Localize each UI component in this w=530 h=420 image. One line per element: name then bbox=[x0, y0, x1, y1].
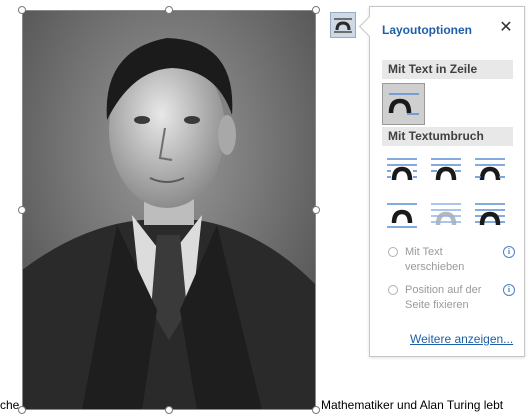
wrap-through-option[interactable] bbox=[472, 152, 508, 188]
wrap-tight-option[interactable] bbox=[428, 152, 464, 188]
wrap-behind-text-icon bbox=[431, 203, 461, 226]
portrait-photo bbox=[22, 10, 316, 410]
layout-options-button[interactable] bbox=[330, 12, 356, 38]
resize-handle-left[interactable] bbox=[18, 206, 26, 214]
radio-fix-position[interactable] bbox=[388, 285, 398, 295]
resize-handle-bottom-right[interactable] bbox=[312, 406, 320, 414]
wrap-square-icon bbox=[387, 158, 417, 181]
radio-fix-position-row[interactable]: Position auf der Seite fixieren i bbox=[388, 283, 515, 315]
radio-fix-position-label: Position auf der Seite fixieren bbox=[405, 284, 482, 311]
wrap-square-option[interactable] bbox=[384, 152, 420, 188]
resize-handle-bottom[interactable] bbox=[165, 406, 173, 414]
info-icon[interactable]: i bbox=[503, 284, 515, 296]
wrap-in-front-icon bbox=[475, 203, 505, 226]
wrap-top-bottom-icon bbox=[387, 203, 417, 228]
layout-options-panel: Layoutoptionen ✕ Mit Text in Zeile Mit T… bbox=[358, 6, 525, 357]
wrap-in-front-option[interactable] bbox=[472, 197, 508, 233]
section-inline-header: Mit Text in Zeile bbox=[382, 60, 513, 79]
see-more-link[interactable]: Weitere anzeigen... bbox=[410, 332, 513, 346]
rotate-handle[interactable] bbox=[165, 6, 173, 14]
resize-handle-right[interactable] bbox=[312, 206, 320, 214]
radio-move-with-text-row[interactable]: Mit Text verschieben i bbox=[388, 245, 515, 277]
section-wrap-header: Mit Textumbruch bbox=[382, 127, 513, 146]
inline-with-text-icon bbox=[388, 93, 419, 115]
document-text-left: che bbox=[0, 398, 20, 412]
portrait-image[interactable] bbox=[22, 10, 316, 410]
panel-title: Layoutoptionen bbox=[382, 23, 472, 37]
wrap-top-bottom-option[interactable] bbox=[384, 197, 420, 233]
layout-options-icon bbox=[334, 18, 352, 33]
info-icon[interactable]: i bbox=[503, 246, 515, 258]
inline-with-text-option[interactable] bbox=[382, 83, 425, 125]
wrap-behind-text-option[interactable] bbox=[428, 197, 464, 233]
close-icon[interactable]: ✕ bbox=[496, 18, 516, 38]
panel-pointer bbox=[358, 15, 381, 38]
resize-handle-top-left[interactable] bbox=[18, 6, 26, 14]
wrap-through-icon bbox=[475, 158, 505, 181]
document-text-right: Mathematiker und Alan Turing lebt bbox=[321, 398, 504, 412]
radio-move-with-text[interactable] bbox=[388, 247, 398, 257]
radio-move-with-text-label: Mit Text verschieben bbox=[405, 246, 465, 273]
wrap-tight-icon bbox=[431, 158, 461, 181]
resize-handle-top-right[interactable] bbox=[312, 6, 320, 14]
